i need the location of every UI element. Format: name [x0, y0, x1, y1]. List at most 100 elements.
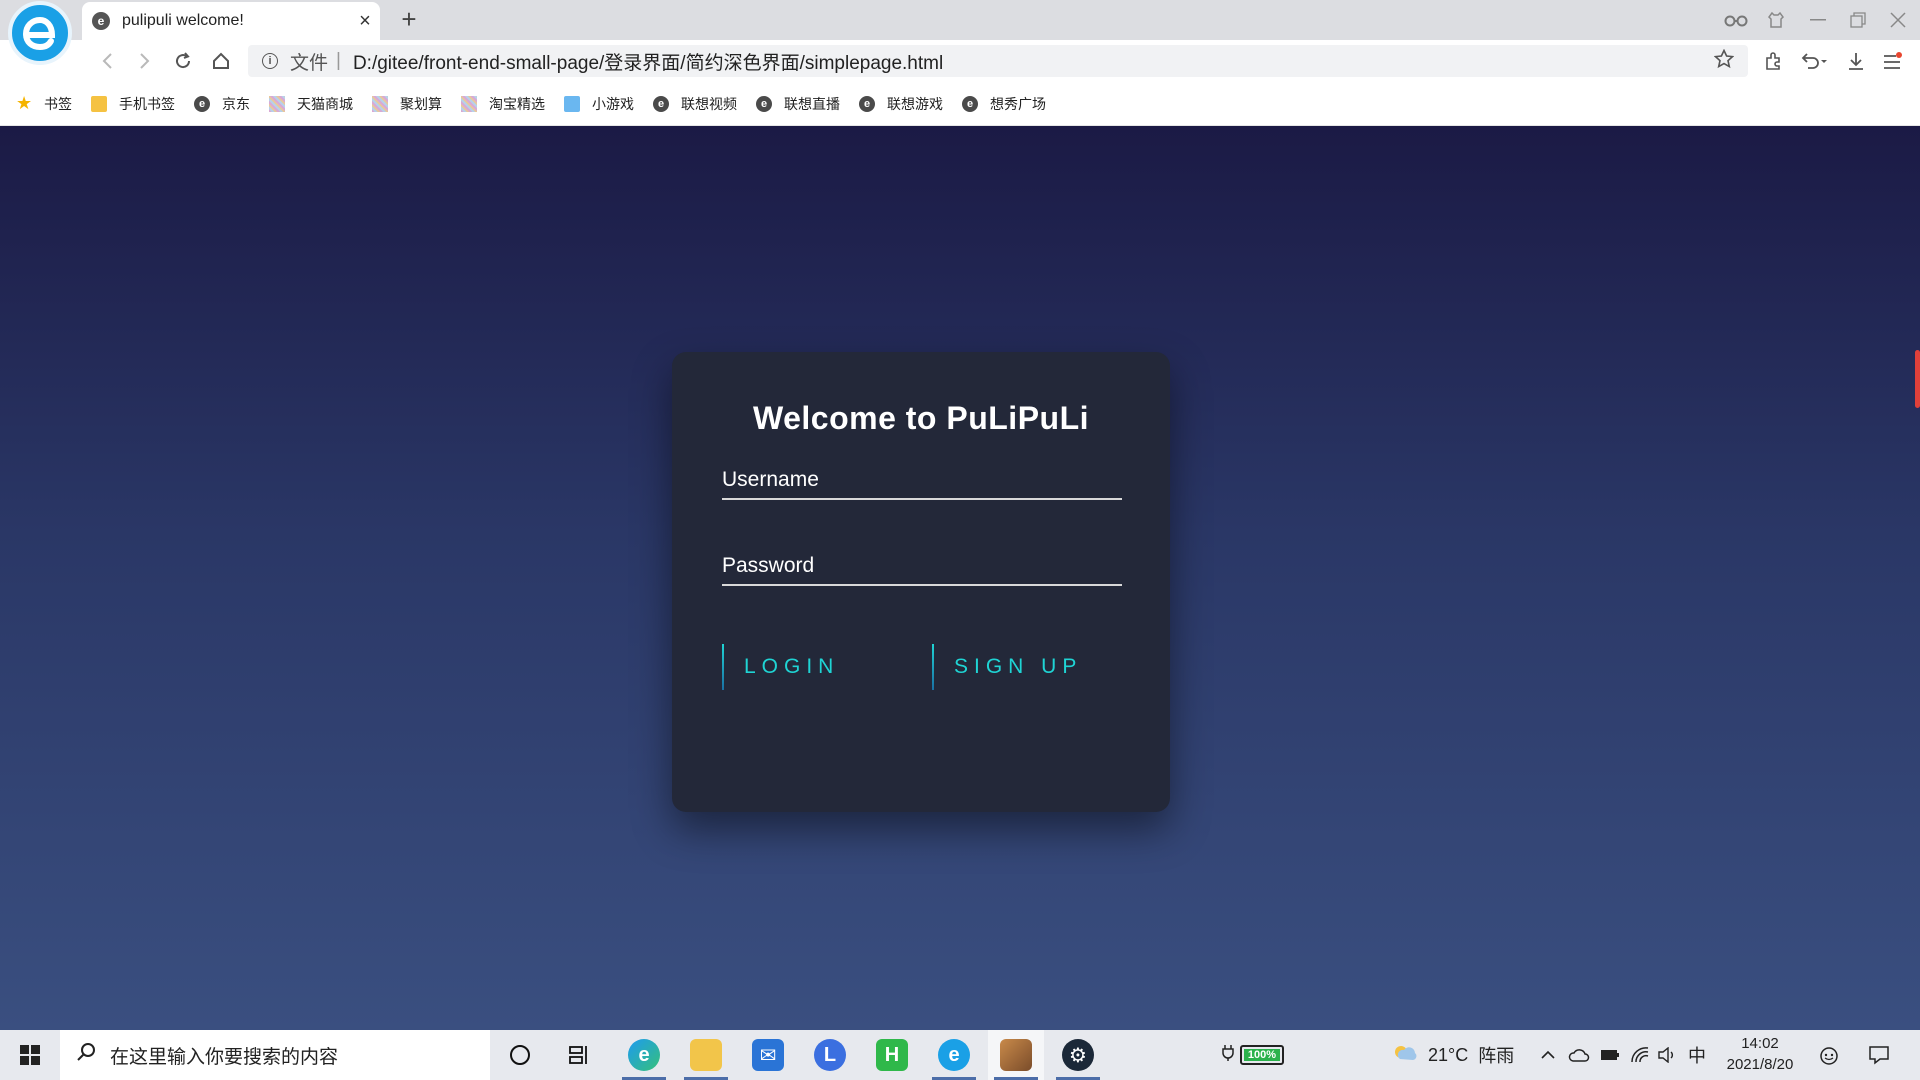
- home-icon[interactable]: [206, 46, 236, 76]
- photo-taskbar-button[interactable]: [988, 1030, 1044, 1080]
- show-hidden-icons[interactable]: [1540, 1030, 1556, 1080]
- new-tab-button[interactable]: +: [394, 4, 424, 35]
- search-icon: [76, 1042, 96, 1068]
- e-icon: e: [859, 95, 875, 112]
- bookmark-item[interactable]: e 京东: [194, 94, 250, 114]
- url-scheme-label: 文件: [290, 52, 329, 74]
- bookmark-item[interactable]: 手机书签: [91, 94, 175, 114]
- battery-icon: 100%: [1240, 1045, 1284, 1065]
- back-icon[interactable]: [92, 46, 122, 76]
- rain-cloud-icon: [1392, 1043, 1418, 1068]
- signup-button[interactable]: SIGN UP: [932, 644, 1082, 690]
- plug-icon: [1222, 1044, 1234, 1067]
- explorer-taskbar-button[interactable]: [678, 1030, 734, 1080]
- hbuilder-taskbar-button[interactable]: H: [864, 1030, 920, 1080]
- start-button[interactable]: [0, 1030, 60, 1080]
- ime-indicator[interactable]: 中: [1688, 1030, 1706, 1080]
- bookmark-label: 联想直播: [784, 95, 840, 112]
- cat-photo-icon: [1000, 1039, 1032, 1071]
- edge-taskbar-button[interactable]: e: [616, 1030, 672, 1080]
- browser-taskbar-button[interactable]: e: [926, 1030, 982, 1080]
- battery-indicator[interactable]: 100%: [1222, 1030, 1284, 1080]
- login-button[interactable]: LOGIN: [722, 644, 839, 690]
- star-icon: ★: [15, 93, 33, 113]
- menu-icon[interactable]: [1876, 46, 1908, 76]
- onedrive-icon[interactable]: [1568, 1030, 1590, 1080]
- bookmark-item[interactable]: 聚划算: [372, 94, 442, 114]
- bookmark-item[interactable]: 天猫商城: [269, 94, 353, 114]
- tab-favicon-icon: e: [92, 12, 110, 30]
- wifi-icon[interactable]: [1630, 1030, 1650, 1080]
- steam-taskbar-button[interactable]: ⚙: [1050, 1030, 1106, 1080]
- bookmarks-bar: ★ 书签 手机书签 e 京东 天猫商城 聚划算 淘宝精选 小游戏 e 联想视频 e 联想…: [0, 82, 1920, 126]
- notification-icon[interactable]: [1868, 1030, 1890, 1080]
- bookmark-item[interactable]: e 联想直播: [756, 94, 840, 114]
- reload-icon[interactable]: [168, 46, 198, 76]
- password-field[interactable]: Password: [722, 540, 1122, 586]
- search-placeholder: 在这里输入你要搜索的内容: [110, 1046, 339, 1068]
- clock[interactable]: 14:02 2021/8/20: [1716, 1033, 1804, 1075]
- task-view-icon: [569, 1046, 587, 1064]
- username-field[interactable]: Username: [722, 454, 1122, 500]
- task-view-button[interactable]: [552, 1030, 608, 1080]
- pixel-icon: [269, 95, 285, 112]
- phone-icon: [91, 95, 107, 112]
- mail-taskbar-button[interactable]: ✉: [740, 1030, 796, 1080]
- cortana-button[interactable]: [492, 1030, 548, 1080]
- extensions-icon[interactable]: [1758, 46, 1790, 76]
- password-input[interactable]: [722, 540, 1122, 584]
- url-text[interactable]: D:/gitee/front-end-small-page/登录界面/简约深色界…: [353, 48, 943, 75]
- undo-close-icon[interactable]: [1798, 46, 1830, 76]
- lenovo-taskbar-button[interactable]: L: [802, 1030, 858, 1080]
- incognito-icon[interactable]: [1716, 6, 1756, 34]
- bookmark-label: 京东: [222, 95, 250, 112]
- ime-emoji-icon[interactable]: [1818, 1030, 1840, 1080]
- close-window-icon[interactable]: [1878, 6, 1918, 34]
- site-info-icon[interactable]: i: [262, 53, 278, 69]
- username-input[interactable]: [722, 454, 1122, 498]
- bookmark-label: 联想视频: [681, 95, 737, 112]
- minimize-icon[interactable]: [1798, 6, 1838, 34]
- browser-logo-icon[interactable]: [8, 1, 72, 65]
- bookmark-item[interactable]: e 联想视频: [653, 94, 737, 114]
- tab-title: pulipuli welcome!: [122, 12, 244, 29]
- cortana-icon: [510, 1045, 530, 1065]
- bookmark-label: 小游戏: [592, 95, 634, 112]
- bookmark-item[interactable]: 淘宝精选: [461, 94, 545, 114]
- download-icon[interactable]: [1840, 46, 1872, 76]
- taskbar: 在这里输入你要搜索的内容 e ✉ L H e ⚙ 100% 21°C 阵雨 中 …: [0, 1030, 1920, 1080]
- bookmark-label: 想秀广场: [990, 95, 1046, 112]
- navigation-bar: i 文件 | D:/gitee/front-end-small-page/登录界…: [0, 40, 1920, 82]
- bookmark-label: 天猫商城: [297, 95, 353, 112]
- mail-icon: ✉: [752, 1039, 784, 1071]
- skin-icon[interactable]: [1756, 6, 1796, 34]
- scrollbar-thumb[interactable]: [1915, 350, 1920, 408]
- bookmark-item[interactable]: e 联想游戏: [859, 94, 943, 114]
- tab-close-icon[interactable]: ×: [350, 10, 380, 33]
- bookmark-label: 淘宝精选: [489, 95, 545, 112]
- bookmark-item[interactable]: 小游戏: [564, 94, 634, 114]
- active-tab[interactable]: e pulipuli welcome! ×: [82, 2, 380, 40]
- chevron-up-icon: [1541, 1050, 1555, 1059]
- weather-text: 阵雨: [1478, 1046, 1515, 1066]
- volume-icon[interactable]: [1658, 1030, 1678, 1080]
- forward-icon[interactable]: [130, 46, 160, 76]
- page-viewport: Welcome to PuLiPuLi Username Password LO…: [0, 126, 1920, 1030]
- weather-widget[interactable]: 21°C 阵雨: [1392, 1030, 1514, 1080]
- bookmark-item[interactable]: ★ 书签: [15, 93, 72, 114]
- clock-time: 14:02: [1741, 1035, 1779, 1052]
- bookmark-label: 手机书签: [119, 95, 175, 112]
- temperature: 21°C: [1428, 1044, 1469, 1065]
- pixel-icon: [372, 95, 388, 112]
- restore-icon[interactable]: [1838, 6, 1878, 34]
- battery-tray-icon[interactable]: [1600, 1030, 1620, 1080]
- login-title: Welcome to PuLiPuLi: [752, 400, 1090, 436]
- battery-percent: 100%: [1247, 1049, 1277, 1061]
- pixel-icon: [461, 95, 477, 112]
- address-bar[interactable]: i 文件 | D:/gitee/front-end-small-page/登录界…: [248, 45, 1748, 77]
- bookmark-item[interactable]: e 想秀广场: [962, 94, 1046, 114]
- bookmark-star-icon[interactable]: [1713, 48, 1735, 75]
- taskbar-search-box[interactable]: 在这里输入你要搜索的内容: [60, 1030, 490, 1080]
- url-separator: |: [336, 50, 341, 71]
- steam-icon: ⚙: [1062, 1039, 1094, 1071]
